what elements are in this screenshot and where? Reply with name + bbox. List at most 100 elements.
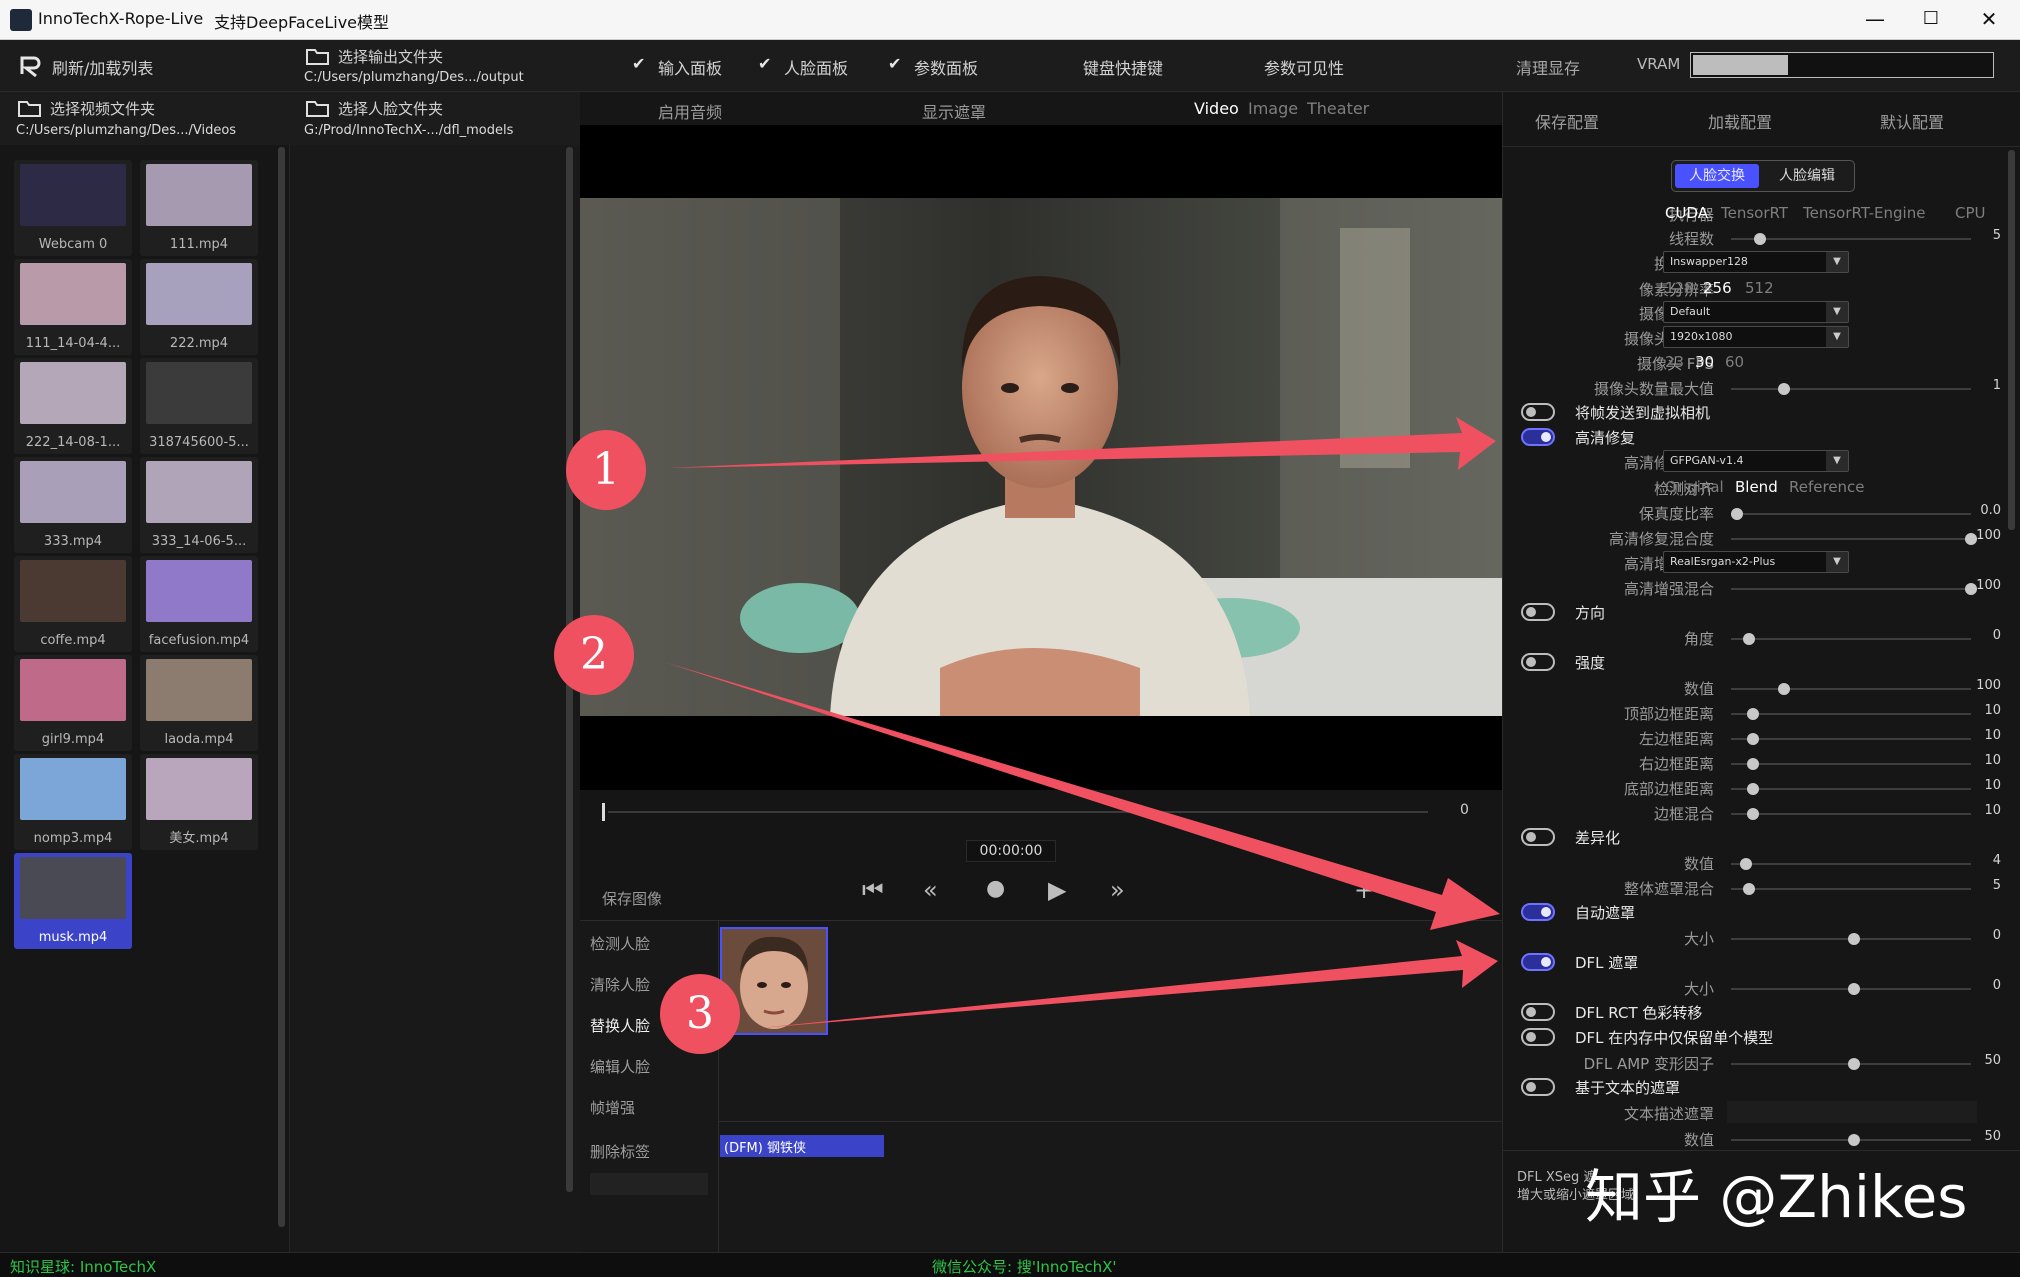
zoom-in-button[interactable]: +: [1354, 876, 1374, 904]
input-panel-toggle[interactable]: 输入面板: [658, 55, 722, 79]
params-scrollbar[interactable]: [2008, 150, 2015, 530]
slider-knob[interactable]: [1740, 858, 1753, 870]
video-thumbnail[interactable]: 318745600-5...: [140, 358, 258, 454]
select-output-button[interactable]: 选择输出文件夹: [338, 46, 443, 67]
refresh-button[interactable]: 刷新/加载列表: [52, 55, 153, 79]
video-thumbnail[interactable]: 333_14-06-5...: [140, 457, 258, 553]
video-thumbnail[interactable]: 222.mp4: [140, 259, 258, 355]
restore-type-dropdown[interactable]: GFPGAN-v1.4 ▼: [1663, 450, 1849, 472]
slider-knob[interactable]: [1747, 758, 1760, 770]
slider-knob[interactable]: [1777, 683, 1790, 695]
param-panel-toggle[interactable]: 参数面板: [914, 55, 978, 79]
left-border-slider[interactable]: [1731, 733, 1971, 745]
auto-size-slider[interactable]: [1731, 933, 1971, 945]
detect-align-option[interactable]: Blend: [1735, 478, 1778, 496]
difference-toggle[interactable]: [1521, 828, 1555, 846]
video-thumbnail[interactable]: 美女.mp4: [140, 754, 258, 850]
tab-image[interactable]: Image: [1248, 99, 1298, 118]
close-button[interactable]: ✕: [1964, 6, 2014, 34]
restore-toggle[interactable]: [1521, 428, 1555, 446]
slider-knob[interactable]: [1731, 508, 1743, 520]
strength-toggle[interactable]: [1521, 653, 1555, 671]
text-amount-slider[interactable]: [1731, 1134, 1971, 1146]
delete-tag-button[interactable]: 删除标签: [590, 1141, 650, 1162]
face-panel-toggle[interactable]: 人脸面板: [784, 55, 848, 79]
dfl-mask-toggle[interactable]: [1521, 953, 1555, 971]
play-icon[interactable]: ▶: [1048, 876, 1066, 904]
save-config-button[interactable]: 保存配置: [1535, 109, 1599, 133]
clear-vram-button[interactable]: 清理显存: [1516, 55, 1580, 79]
tab-face-edit[interactable]: 人脸编辑: [1764, 164, 1850, 188]
executor-option[interactable]: TensorRT: [1721, 204, 1788, 222]
text-mask-input[interactable]: [1727, 1101, 1977, 1123]
enhance-blend-slider[interactable]: [1731, 583, 1977, 595]
tab-face-swap[interactable]: 人脸交换: [1675, 164, 1759, 188]
executor-option[interactable]: CPU: [1955, 204, 1986, 222]
video-thumbnail[interactable]: laoda.mp4: [140, 655, 258, 751]
auto-mask-toggle[interactable]: [1521, 903, 1555, 921]
executor-option[interactable]: CUDA: [1665, 204, 1708, 222]
pixel-res-option[interactable]: 128: [1665, 279, 1694, 297]
tab-theater[interactable]: Theater: [1307, 99, 1369, 118]
video-list-scrollbar[interactable]: [278, 147, 285, 1227]
slider-knob[interactable]: [1747, 808, 1760, 820]
timeline-handle[interactable]: [602, 803, 605, 821]
orientation-toggle[interactable]: [1521, 603, 1555, 621]
cam-fps-option[interactable]: 60: [1725, 353, 1744, 371]
slider-knob[interactable]: [1777, 383, 1790, 395]
overall-mask-slider[interactable]: [1731, 883, 1971, 895]
default-config-button[interactable]: 默认配置: [1880, 109, 1944, 133]
slider-knob[interactable]: [1848, 1058, 1860, 1070]
enable-audio-button[interactable]: 启用音频: [658, 99, 722, 123]
video-thumbnail[interactable]: nomp3.mp4: [14, 754, 132, 850]
clear-faces-button[interactable]: 清除人脸: [590, 974, 650, 995]
diff-amount-slider[interactable]: [1731, 858, 1971, 870]
video-thumbnail[interactable]: girl9.mp4: [14, 655, 132, 751]
dfl-amp-slider[interactable]: [1731, 1058, 1971, 1070]
slider-knob[interactable]: [1754, 233, 1767, 245]
shortcuts-button[interactable]: 键盘快捷键: [1083, 55, 1163, 79]
select-video-folder-button[interactable]: 选择视频文件夹: [50, 98, 155, 119]
enhance-type-dropdown[interactable]: RealEsrgan-x2-Plus ▼: [1663, 551, 1849, 573]
video-thumbnail[interactable]: 222_14-08-1...: [14, 358, 132, 454]
video-thumbnail[interactable]: 111.mp4: [140, 160, 258, 256]
restore-blend-slider[interactable]: [1731, 533, 1977, 545]
detect-align-option[interactable]: Reference: [1789, 478, 1865, 496]
detect-align-option[interactable]: Original: [1665, 478, 1724, 496]
zoom-out-button[interactable]: −: [1382, 876, 1402, 904]
cam-fps-option[interactable]: 23: [1665, 353, 1684, 371]
record-icon[interactable]: ●: [986, 876, 1005, 901]
pixel-res-option[interactable]: 512: [1745, 279, 1774, 297]
edit-faces-button[interactable]: 编辑人脸: [590, 1056, 650, 1077]
right-border-slider[interactable]: [1731, 758, 1971, 770]
fidelity-slider[interactable]: [1731, 508, 1971, 520]
angle-slider[interactable]: [1731, 633, 1971, 645]
video-thumbnail[interactable]: Webcam 0: [14, 160, 132, 256]
maximize-button[interactable]: ☐: [1906, 6, 1956, 34]
slider-knob[interactable]: [1747, 708, 1760, 720]
select-face-folder-button[interactable]: 选择人脸文件夹: [338, 98, 443, 119]
cam-max-slider[interactable]: [1731, 383, 1971, 395]
strength-amount-slider[interactable]: [1731, 683, 1971, 695]
cam-fps-option[interactable]: 30: [1695, 353, 1714, 371]
virtual-cam-toggle[interactable]: [1521, 403, 1555, 421]
cam-res-dropdown[interactable]: 1920x1080 ▼: [1663, 326, 1849, 348]
save-image-button[interactable]: 保存图像: [602, 888, 662, 909]
rewind-icon[interactable]: «: [923, 876, 938, 904]
bottom-border-slider[interactable]: [1731, 783, 1971, 795]
skip-start-icon[interactable]: ⏮: [862, 876, 884, 904]
top-border-slider[interactable]: [1731, 708, 1971, 720]
minimize-button[interactable]: —: [1850, 6, 1900, 34]
swap-faces-button[interactable]: 替换人脸: [590, 1015, 650, 1036]
param-visibility-button[interactable]: 参数可见性: [1264, 55, 1344, 79]
show-mask-button[interactable]: 显示遮罩: [922, 99, 986, 123]
slider-knob[interactable]: [1848, 933, 1860, 945]
video-thumbnail[interactable]: musk.mp4: [14, 853, 132, 949]
timeline-track[interactable]: [608, 811, 1428, 813]
video-thumbnail[interactable]: coffe.mp4: [14, 556, 132, 652]
fast-forward-icon[interactable]: »: [1110, 876, 1125, 904]
video-thumbnail[interactable]: 333.mp4: [14, 457, 132, 553]
slider-knob[interactable]: [1747, 733, 1760, 745]
slider-knob[interactable]: [1742, 883, 1755, 895]
slider-knob[interactable]: [1747, 783, 1760, 795]
